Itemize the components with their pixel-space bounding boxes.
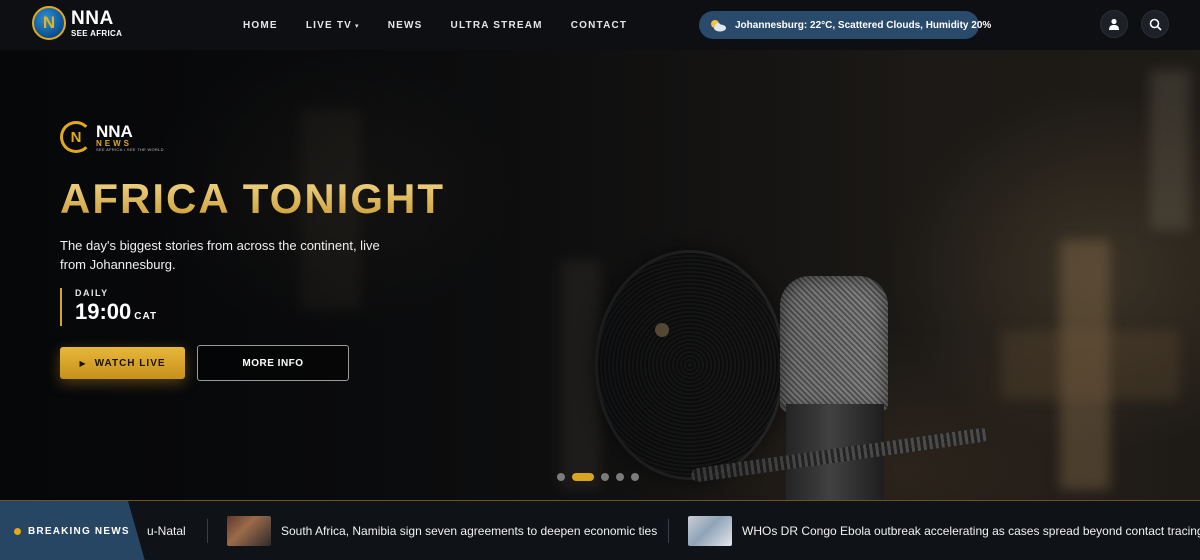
brand-mark-icon: N — [60, 121, 92, 153]
brand-logo-tagline: SEE AFRICA • SEE THE WORLD — [96, 148, 164, 152]
ticker-divider — [207, 519, 208, 543]
weather-widget[interactable]: Johannesburg: 22°C, Scattered Clouds, Hu… — [699, 11, 979, 39]
watch-live-label: WATCH LIVE — [95, 358, 166, 369]
chevron-down-icon: ▾ — [355, 23, 360, 30]
ticker-item[interactable]: WHOs DR Congo Ebola outbreak accelerati… — [688, 501, 1200, 560]
weather-text: Johannesburg: 22°C, Scattered Clouds, Hu… — [735, 20, 991, 31]
nav-live-tv-label: LIVE TV — [306, 20, 352, 31]
show-schedule: DAILY 19:00 CAT — [60, 288, 157, 326]
ticker-item-text: u-Natal — [147, 524, 186, 538]
show-brand-logo: N NNA NEWS SEE AFRICA • SEE THE WORLD — [60, 121, 164, 153]
search-icon — [1149, 18, 1162, 31]
carousel-dot[interactable] — [616, 473, 624, 481]
carousel-dot[interactable] — [557, 473, 565, 481]
partly-cloudy-icon — [709, 18, 727, 32]
brand-logo-main: NNA — [96, 123, 164, 140]
carousel-dot[interactable] — [601, 473, 609, 481]
show-title: AFRICA TONIGHT — [60, 175, 445, 223]
show-description: The day's biggest stories from across th… — [60, 236, 400, 274]
hero-banner — [0, 50, 1200, 500]
live-dot-icon — [14, 528, 21, 535]
logo-badge-icon: N — [32, 6, 66, 40]
top-navbar: N NNA SEE AFRICA HOME LIVE TV ▾ NEWS ULTR… — [0, 0, 1200, 50]
breaking-news-label-text: BREAKING NEWS — [28, 526, 130, 537]
watch-live-button[interactable]: ▶ WATCH LIVE — [60, 347, 185, 379]
logo-sub: SEE AFRICA — [71, 30, 122, 38]
nav-home[interactable]: HOME — [243, 20, 278, 31]
news-thumbnail — [227, 516, 271, 546]
more-info-button[interactable]: MORE INFO — [197, 345, 349, 381]
schedule-time-value: 19:00 — [75, 299, 131, 324]
ticker-divider — [668, 519, 669, 543]
breaking-news-label: BREAKING NEWS — [0, 501, 145, 560]
ticker-item-text: South Africa, Namibia sign seven agreeme… — [281, 524, 657, 538]
carousel-dot-active[interactable] — [572, 473, 594, 481]
ticker-item[interactable]: South Africa, Namibia sign seven agreeme… — [227, 501, 657, 560]
schedule-label: DAILY — [75, 288, 157, 298]
brand-logo-text: NNA NEWS SEE AFRICA • SEE THE WORLD — [96, 123, 164, 152]
logo-text: NNA SEE AFRICA — [71, 9, 122, 38]
account-button[interactable] — [1100, 10, 1128, 38]
schedule-timezone: CAT — [134, 311, 157, 322]
nav-news[interactable]: NEWS — [388, 20, 423, 31]
schedule-time: 19:00 CAT — [75, 299, 157, 325]
play-icon: ▶ — [79, 359, 86, 368]
ticker-item-text: WHOs DR Congo Ebola outbreak accelerati… — [742, 524, 1200, 538]
nav-live-tv[interactable]: LIVE TV ▾ — [306, 20, 360, 31]
ticker-item[interactable]: u-Natal — [147, 501, 186, 560]
nav-contact[interactable]: CONTACT — [571, 20, 628, 31]
main-nav: HOME LIVE TV ▾ NEWS ULTRA STREAM CONTACT — [243, 0, 655, 50]
nav-ultra-stream[interactable]: ULTRA STREAM — [451, 20, 543, 31]
site-logo[interactable]: N NNA SEE AFRICA — [32, 6, 122, 40]
carousel-dots — [557, 473, 646, 481]
news-thumbnail — [688, 516, 732, 546]
search-button[interactable] — [1141, 10, 1169, 38]
logo-main: NNA — [71, 9, 122, 28]
breaking-news-ticker: BREAKING NEWS u-Natal South Africa, Nami… — [0, 500, 1200, 560]
user-icon — [1108, 18, 1120, 30]
carousel-dot[interactable] — [631, 473, 639, 481]
hero-overlay — [0, 50, 1200, 500]
page: N NNA SEE AFRICA HOME LIVE TV ▾ NEWS ULTR… — [0, 0, 1200, 560]
